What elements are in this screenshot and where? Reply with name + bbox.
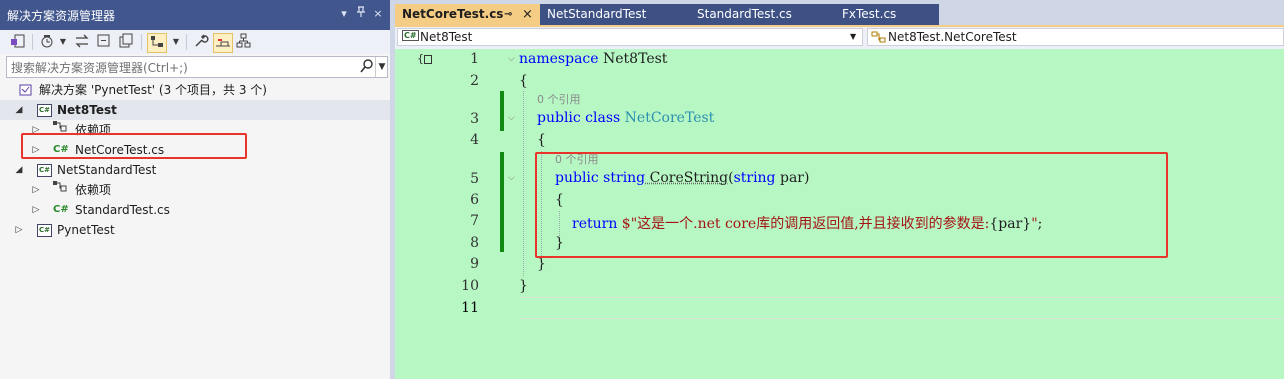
solution-explorer-search[interactable]: 搜索解决方案资源管理器(Ctrl+;) ▼ (6, 56, 388, 78)
tab-label: FxTest.cs (842, 7, 897, 21)
line-number: 6 (470, 192, 479, 208)
line-number: 5 (470, 171, 479, 187)
tree-item-solution[interactable]: 解决方案 'PynetTest' (3 个项目，共 3 个) (0, 80, 390, 100)
tab-pin-icon[interactable]: ⊸ (504, 4, 512, 25)
search-options-dropdown-icon[interactable]: ▼ (375, 57, 388, 77)
expanded-arrow-icon[interactable]: ◢ (14, 160, 24, 180)
class-view-icon[interactable] (235, 33, 253, 51)
project-dropdown-value: Net8Test (420, 30, 473, 44)
line-number: 9 (470, 256, 479, 272)
line-number: 4 (470, 132, 479, 148)
tab-label: NetCoreTest.cs (402, 7, 504, 21)
member-dropdown-value: Net8Test.NetCoreTest (888, 30, 1017, 44)
indent-guide (523, 91, 524, 276)
line-number: 2 (470, 73, 479, 89)
code-scope-icon: { (417, 52, 432, 65)
line-number: 8 (470, 235, 479, 251)
line-number: 10 (461, 278, 479, 294)
collapse-all-icon[interactable] (95, 33, 113, 51)
code-area[interactable]: { 1 2 3 4 5 6 7 8 9 10 11 ⌵ ⌵ ⌵ namespac… (395, 49, 1284, 379)
dropdown-arrow-icon[interactable]: ▼ (850, 29, 856, 45)
highlight-box (21, 133, 247, 159)
tab-label: NetStandardTest (547, 7, 647, 21)
class-icon (871, 30, 887, 48)
preview-selected-items-icon[interactable] (213, 33, 233, 53)
collapse-icon[interactable]: ⌵ (508, 173, 517, 183)
view-dropdown-icon[interactable]: ▼ (171, 33, 181, 51)
csharp-project-icon: C# (37, 224, 52, 237)
solution-explorer-title-bar: 解决方案资源管理器 ▾ × (0, 0, 390, 30)
tab-close-icon[interactable]: × (522, 4, 533, 25)
dependencies-icon (52, 180, 68, 200)
tree-item-file-standardtest[interactable]: ▷ C# StandardTest.cs (0, 200, 390, 220)
pending-changes-filter-icon[interactable] (38, 33, 56, 51)
window-position-dropdown-icon[interactable]: ▾ (337, 6, 351, 22)
collapsed-arrow-icon[interactable]: ▷ (31, 180, 41, 200)
tab-label: StandardTest.cs (697, 7, 792, 21)
code-line: public class NetCoreTest (537, 110, 715, 126)
collapsed-arrow-icon[interactable]: ▷ (14, 220, 24, 240)
tab-fxtest[interactable]: FxTest.cs (835, 4, 939, 25)
code-editor: NetCoreTest.cs ⊸ × NetStandardTest Stand… (395, 0, 1284, 379)
search-input[interactable]: 搜索解决方案资源管理器(Ctrl+;) (11, 59, 188, 76)
csharp-project-icon: C# (402, 30, 419, 41)
toolbar-separator (141, 34, 142, 50)
current-line-highlight (519, 297, 1284, 319)
code-line: namespace Net8Test (519, 51, 668, 67)
sync-with-active-document-icon[interactable] (73, 33, 91, 51)
switch-views-icon[interactable] (9, 33, 27, 51)
member-dropdown[interactable]: Net8Test.NetCoreTest (867, 28, 1284, 46)
show-all-files-icon[interactable] (117, 33, 135, 51)
csharp-file-icon: C# (53, 204, 69, 215)
csharp-project-icon: C# (37, 164, 52, 177)
collapsed-arrow-icon[interactable]: ▷ (31, 200, 41, 220)
tree-item-project-net8test[interactable]: ◢ C# Net8Test (0, 100, 390, 120)
solution-label: 解决方案 'PynetTest' (3 个项目，共 3 个) (39, 83, 267, 97)
tree-view-icon[interactable] (147, 33, 167, 53)
tab-netcoretest[interactable]: NetCoreTest.cs ⊸ × (395, 4, 540, 25)
line-number: 7 (470, 213, 479, 229)
solution-icon (19, 83, 33, 97)
pin-icon[interactable] (354, 6, 368, 22)
change-indicator (500, 91, 504, 131)
project-dropdown[interactable]: C# Net8Test ▼ (397, 28, 863, 46)
project-label: PynetTest (57, 223, 115, 237)
file-label: StandardTest.cs (75, 203, 170, 217)
csharp-project-icon: C# (37, 104, 52, 117)
toolbar-separator (186, 34, 187, 50)
highlight-box (535, 152, 1168, 258)
code-line: { (537, 132, 546, 148)
tab-standardtest[interactable]: StandardTest.cs (690, 4, 835, 25)
dependencies-label: 依赖项 (75, 183, 112, 197)
tree-item-project-netstandardtest[interactable]: ◢ C# NetStandardTest (0, 160, 390, 180)
tree-item-dependencies[interactable]: ▷ 依赖项 (0, 180, 390, 200)
collapse-icon[interactable]: ⌵ (508, 113, 517, 123)
line-number: 1 (470, 51, 479, 67)
collapse-icon[interactable]: ⌵ (508, 54, 517, 64)
toolbar-separator (32, 34, 33, 50)
codelens-references[interactable]: 0 个引用 (537, 91, 581, 107)
code-line: } (537, 256, 546, 272)
code-line: } (519, 278, 528, 294)
code-line: { (519, 73, 528, 89)
line-number: 11 (461, 300, 479, 316)
filter-dropdown-icon[interactable]: ▼ (58, 33, 68, 51)
tree-item-project-pynettest[interactable]: ▷ C# PynetTest (0, 220, 390, 240)
tab-netstandardtest[interactable]: NetStandardTest (540, 4, 690, 25)
search-icon[interactable] (360, 58, 374, 78)
solution-explorer-panel: 解决方案资源管理器 ▾ × ▼ ▼ 搜索解决方案资源管理器(Ctrl+;) ▼ … (0, 0, 391, 379)
close-icon[interactable]: × (371, 6, 385, 22)
project-label: Net8Test (57, 103, 117, 117)
navigation-bar: C# Net8Test ▼ Net8Test.NetCoreTest (395, 27, 1284, 49)
solution-explorer-title: 解决方案资源管理器 (7, 9, 116, 23)
properties-wrench-icon[interactable] (192, 33, 210, 51)
project-label: NetStandardTest (57, 163, 157, 177)
change-indicator (500, 152, 504, 252)
solution-explorer-toolbar: ▼ ▼ (0, 30, 390, 54)
line-number: 3 (470, 111, 479, 127)
expanded-arrow-icon[interactable]: ◢ (14, 100, 24, 120)
